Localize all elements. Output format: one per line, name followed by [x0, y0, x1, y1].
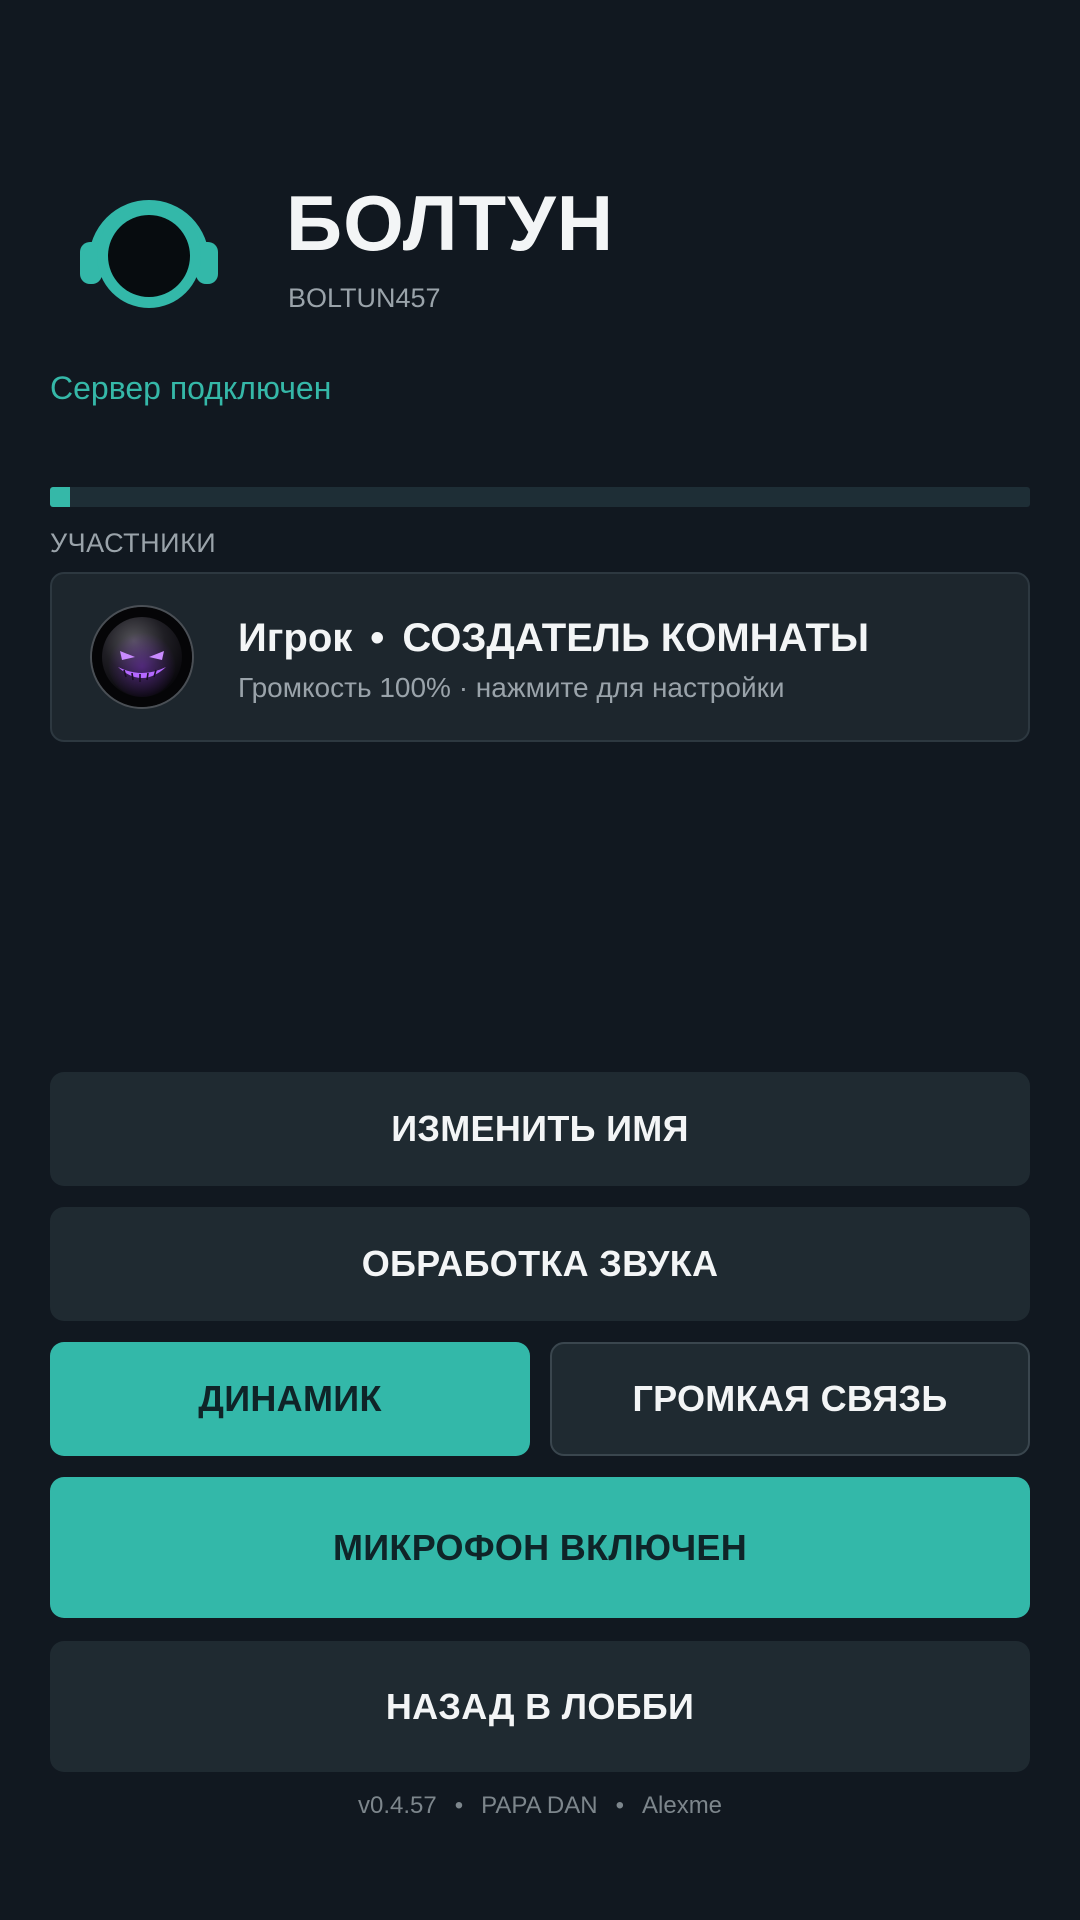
participants-section-label: УЧАСТНИКИ — [50, 528, 217, 558]
speaker-toggle-button[interactable]: ДИНАМИК — [50, 1342, 530, 1456]
headphones-icon — [78, 180, 220, 312]
participant-role: СОЗДАТЕЛЬ КОМНАТЫ — [402, 616, 870, 660]
participant-card[interactable]: Игрок • СОЗДАТЕЛЬ КОМНАТЫ Громкость 100% ·… — [50, 572, 1030, 742]
participant-volume-hint: Громкость 100% · нажмите для настройки — [238, 672, 785, 703]
grinning-face-avatar-icon — [90, 605, 194, 709]
rename-button[interactable]: ИЗМЕНИТЬ ИМЯ — [50, 1072, 1030, 1186]
credit-author-2: Alexme — [642, 1792, 723, 1819]
loudspeaker-toggle-button[interactable]: ГРОМКАЯ СВЯЗЬ — [550, 1342, 1030, 1456]
name-role-separator: • — [370, 616, 385, 660]
microphone-toggle-button[interactable]: МИКРОФОН ВКЛЮЧЕН — [50, 1477, 1030, 1618]
credit-author-1: PAPA DAN — [481, 1792, 598, 1819]
voice-room-screen: БОЛТУН BOLTUN457 Сервер подключен УЧАСТН… — [0, 0, 1080, 1920]
participant-name: Игрок — [238, 616, 353, 660]
room-code: BOLTUN457 — [288, 283, 441, 313]
server-status-text: Сервер подключен — [50, 370, 332, 406]
audio-level-fill — [50, 487, 70, 507]
footer-separator: • — [615, 1792, 624, 1819]
back-to-lobby-button[interactable]: НАЗАД В ЛОББИ — [50, 1641, 1030, 1772]
sound-processing-button[interactable]: ОБРАБОТКА ЗВУКА — [50, 1207, 1030, 1321]
participant-name-line: Игрок • СОЗДАТЕЛЬ КОМНАТЫ — [238, 616, 869, 661]
footer-separator: • — [454, 1792, 464, 1819]
audio-level-meter — [50, 487, 1030, 507]
app-version: v0.4.57 — [357, 1792, 437, 1819]
app-title: БОЛТУН — [286, 179, 615, 267]
footer-credits: v0.4.57 • PAPA DAN • Alexme — [0, 1792, 1080, 1820]
